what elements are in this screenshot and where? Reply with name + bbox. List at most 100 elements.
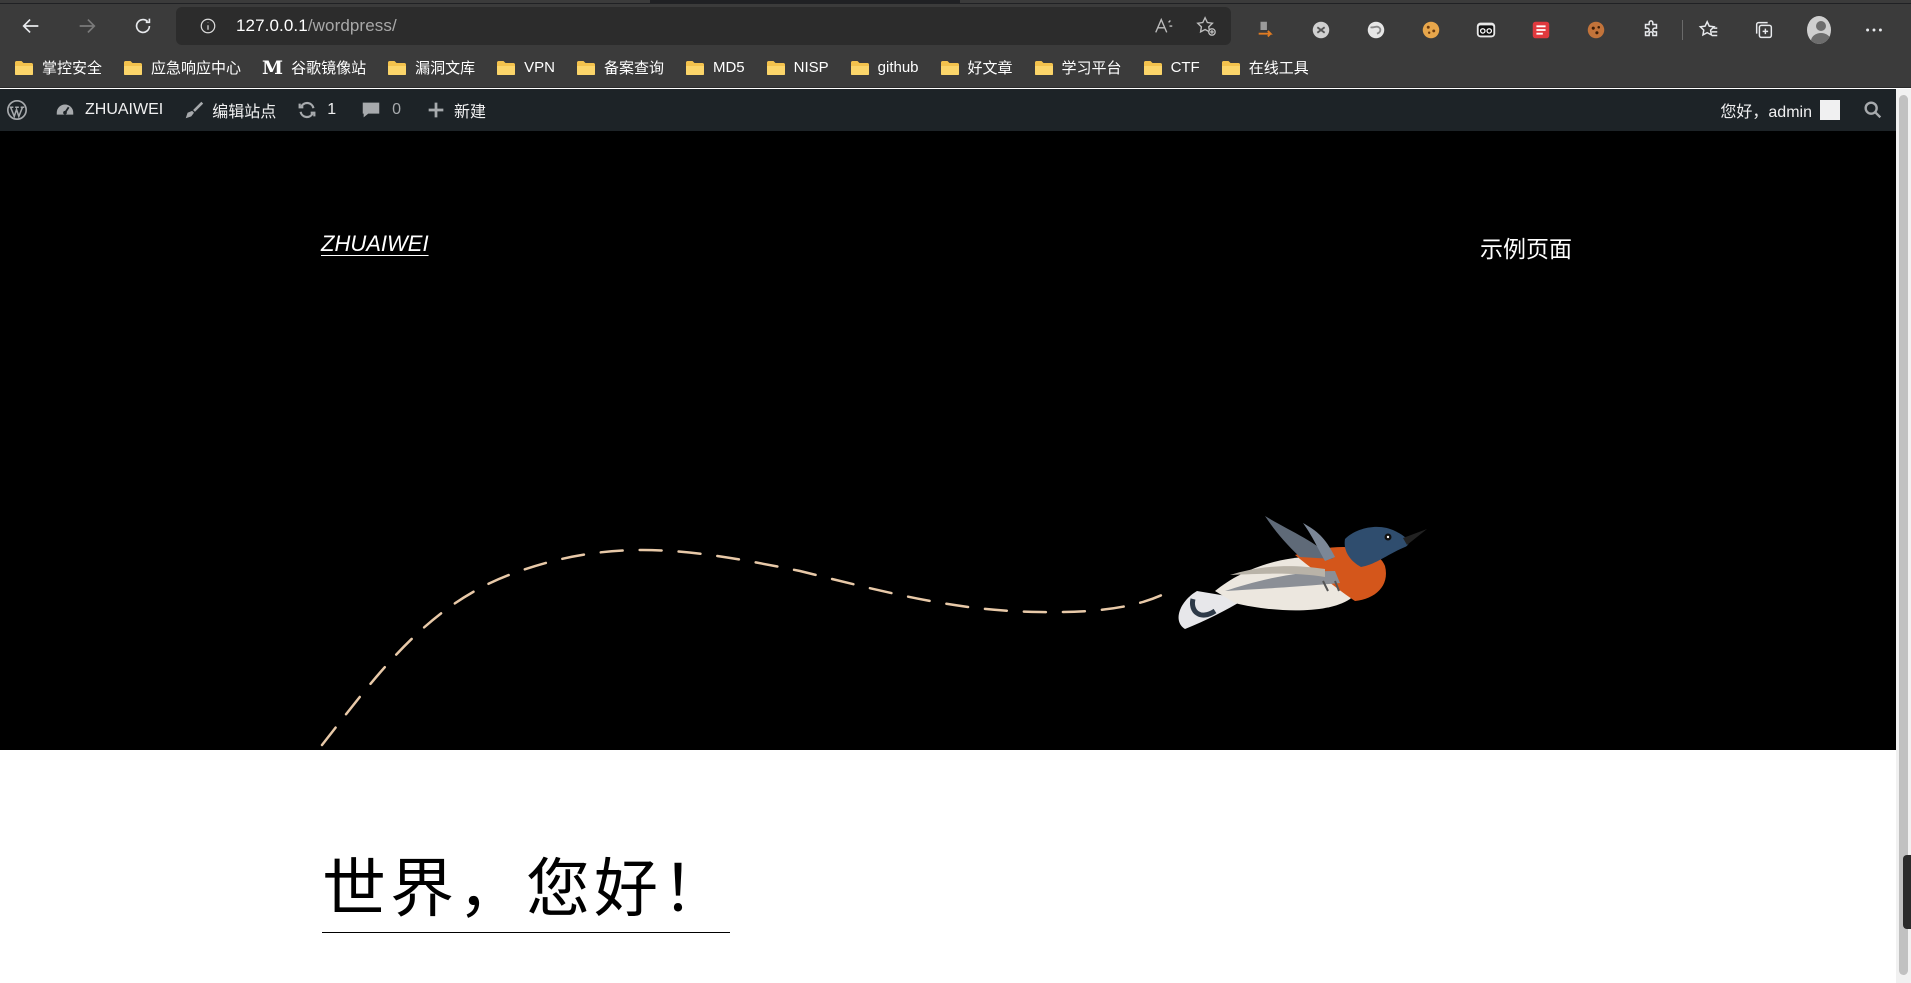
page-scrollbar[interactable]: [1896, 89, 1911, 983]
extension-globe[interactable]: [1364, 18, 1388, 42]
new-content-menu[interactable]: 新建: [425, 89, 486, 131]
arrow-left-icon: [22, 18, 39, 34]
back-button[interactable]: [12, 7, 50, 45]
bookmark-label: 备案查询: [603, 60, 664, 77]
wp-admin-bar: ZHUAIWEI 编辑站点 1 0 新建 您好，admin: [0, 89, 1896, 131]
bookmark-label: VPN: [524, 59, 555, 76]
extension-cookie[interactable]: [1419, 18, 1443, 42]
settings-more-button[interactable]: [1862, 18, 1886, 42]
bookmark-item[interactable]: M 谷歌镜像站: [262, 57, 366, 79]
sidebar-toggle-tab[interactable]: [1903, 855, 1911, 929]
folder-icon: [766, 60, 785, 75]
bookmark-label: 掌控安全: [42, 60, 103, 77]
comments-link[interactable]: 0: [360, 89, 401, 131]
scrollbar-thumb[interactable]: [1899, 95, 1908, 975]
bookmark-item[interactable]: github: [850, 59, 919, 76]
reload-button[interactable]: [124, 7, 162, 45]
post-title-link[interactable]: 世界，您好！: [322, 858, 730, 933]
adminbar-search[interactable]: [1862, 89, 1884, 131]
new-content-label: 新建: [454, 104, 487, 121]
bookmark-item[interactable]: MD5: [685, 59, 745, 76]
bookmark-item[interactable]: 漏洞文库: [387, 57, 475, 78]
folder-icon: [940, 60, 959, 75]
folder-icon: [124, 60, 143, 75]
bookmark-item[interactable]: 学习平台: [1034, 57, 1122, 78]
tab-strip-segment: [0, 0, 650, 3]
bookmark-label: 学习平台: [1061, 60, 1122, 77]
forward-button[interactable]: [68, 7, 106, 45]
add-favorite-icon[interactable]: [1195, 15, 1217, 37]
bookmark-item[interactable]: 应急响应中心: [123, 57, 241, 78]
toolbar-divider: [1682, 20, 1683, 40]
site-header-hero: ZHUAIWEI 示例页面: [0, 131, 1896, 750]
bookmark-item[interactable]: NISP: [766, 59, 829, 76]
folder-icon: [1034, 60, 1053, 75]
bookmark-label: MD5: [712, 59, 745, 76]
bird-illustration: [1178, 516, 1427, 629]
read-aloud-icon[interactable]: [1153, 15, 1175, 37]
comments-count: 0: [392, 101, 402, 118]
extension-proxy[interactable]: [1254, 18, 1278, 42]
bookmark-label: github: [877, 59, 919, 76]
site-name-menu[interactable]: ZHUAIWEI: [54, 89, 163, 131]
badge-extension-icon: [1312, 21, 1330, 39]
extension-cookie-editor[interactable]: [1584, 18, 1608, 42]
folder-icon: [850, 60, 869, 75]
favorites-icon: [1698, 20, 1718, 37]
extension-gray-badge[interactable]: [1309, 18, 1333, 42]
wordpress-logo-icon: [7, 100, 27, 120]
red-list-extension-icon: [1532, 21, 1550, 39]
arrow-right-icon: [79, 18, 96, 34]
customize-link[interactable]: 编辑站点: [183, 89, 276, 131]
puzzle-icon: [1644, 20, 1658, 37]
hero-illustration: [320, 516, 1427, 747]
bookmark-item[interactable]: VPN: [496, 59, 555, 76]
extensions-bar: [1254, 8, 1911, 52]
site-name-label: ZHUAIWEI: [85, 101, 164, 118]
bookmark-item[interactable]: 好文章: [940, 57, 1013, 78]
folder-icon: [1221, 60, 1240, 75]
bookmark-item[interactable]: 掌控安全: [14, 57, 102, 78]
url-path: /wordpress/: [307, 16, 397, 35]
plus-icon: [428, 102, 444, 118]
bookmarks-bar: 掌控安全 应急响应中心 M 谷歌镜像站 漏洞文库 VPN 备案查询 MD5 NISP github…: [0, 48, 1911, 88]
brush-icon: [185, 101, 204, 119]
my-account-menu[interactable]: 您好，admin: [1720, 89, 1862, 131]
folder-icon: [685, 60, 704, 75]
extensions-menu-button[interactable]: [1639, 18, 1663, 42]
reload-icon: [135, 18, 151, 34]
search-icon: [1864, 101, 1882, 119]
address-url[interactable]: 127.0.0.1/wordpress/: [236, 16, 397, 36]
updates-link[interactable]: 1: [296, 89, 336, 131]
more-horizontal-icon: [1866, 28, 1882, 32]
extension-glasses[interactable]: [1474, 18, 1498, 42]
cookie-editor-extension-icon: [1587, 21, 1605, 39]
nav-item-sample-page[interactable]: 示例页面: [1480, 230, 1572, 264]
bookmark-label: 谷歌镜像站: [291, 60, 367, 77]
customize-label: 编辑站点: [212, 104, 277, 121]
updates-icon: [298, 101, 316, 119]
bookmark-item[interactable]: CTF: [1143, 59, 1200, 76]
bookmark-label: NISP: [793, 59, 829, 76]
extension-red-list[interactable]: [1529, 18, 1553, 42]
wp-logo-menu[interactable]: [6, 89, 28, 131]
favorites-button[interactable]: [1697, 18, 1721, 42]
updates-count: 1: [327, 101, 337, 118]
bookmark-item[interactable]: 备案查询: [576, 57, 664, 78]
profile-button[interactable]: [1807, 16, 1831, 44]
bookmark-label: 漏洞文库: [415, 60, 476, 77]
bookmark-item[interactable]: 在线工具: [1221, 57, 1309, 78]
folder-icon: [15, 60, 33, 75]
bookmark-label: CTF: [1170, 59, 1200, 76]
site-info-icon[interactable]: [199, 17, 217, 35]
url-host: 127.0.0.1: [236, 16, 308, 35]
greeting-label: 您好，admin: [1720, 104, 1812, 121]
site-title-link[interactable]: ZHUAIWEI: [321, 231, 429, 257]
address-bar[interactable]: 127.0.0.1/wordpress/: [176, 7, 1231, 45]
proxy-extension-icon: [1258, 21, 1273, 38]
folder-icon: [388, 60, 407, 75]
collections-button[interactable]: [1752, 18, 1776, 42]
folder-icon: [1143, 60, 1162, 75]
m-logo-icon: M: [262, 56, 284, 79]
folder-icon: [576, 60, 595, 75]
